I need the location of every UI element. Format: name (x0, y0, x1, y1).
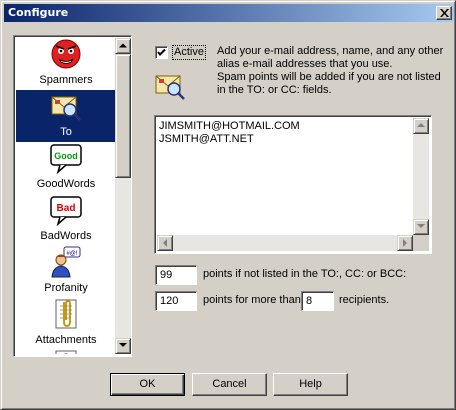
many-recipients-points-label: points for more than (203, 294, 301, 306)
category-item-goodwords[interactable]: Good GoodWords (16, 142, 116, 194)
category-item-spammers[interactable]: Spammers (16, 38, 116, 90)
scroll-left-button[interactable] (157, 235, 173, 251)
not-listed-points-input[interactable]: 99 (155, 265, 197, 285)
scroll-thumb[interactable] (115, 54, 131, 178)
envelope-magnifier-icon (51, 96, 81, 121)
checkmark-icon (157, 48, 166, 56)
category-list-scrollbar[interactable] (115, 38, 131, 354)
close-icon (440, 9, 449, 17)
svg-text:Good: Good (54, 151, 78, 161)
category-label: To (60, 126, 72, 138)
arrow-up-icon (119, 43, 127, 48)
window-title: Configure (8, 6, 69, 19)
scroll-right-button[interactable] (397, 235, 413, 251)
recipient-threshold-input[interactable]: 8 (301, 291, 334, 311)
arrow-left-icon (163, 239, 167, 247)
recipients-label: recipients. (339, 294, 390, 306)
svg-text:#@!: #@! (66, 251, 77, 257)
angry-face-icon (51, 39, 81, 69)
scroll-up-button[interactable] (413, 118, 429, 134)
help-button[interactable]: Help (273, 373, 348, 396)
paperclip-document-icon (55, 299, 77, 329)
arrow-down-icon (119, 343, 127, 347)
close-button[interactable] (436, 6, 452, 20)
scroll-down-button[interactable] (115, 338, 131, 354)
category-item-badwords[interactable]: Bad BadWords (16, 194, 116, 246)
person-speaking-icon: #@! (51, 246, 81, 278)
email-addresses-textarea[interactable]: JIMSMITH@HOTMAIL.COM JSMITH@ATT.NET (154, 115, 432, 254)
ok-button[interactable]: OK (110, 373, 185, 396)
description-line: in the TO: or CC: fields. (217, 84, 332, 96)
scroll-down-button[interactable] (413, 219, 429, 235)
cancel-button[interactable]: Cancel (192, 373, 267, 396)
document-magnifier-icon (55, 350, 77, 354)
emails-vertical-scrollbar[interactable] (413, 118, 429, 235)
not-listed-points-label: points if not listed in the TO:, CC: or … (203, 268, 407, 280)
envelope-magnifier-icon (155, 75, 185, 100)
title-bar[interactable]: Configure (4, 4, 454, 22)
active-label[interactable]: Active (172, 45, 206, 60)
good-speech-bubble-icon: Good (50, 144, 82, 174)
category-item-partial[interactable] (16, 350, 116, 354)
scrollbar-corner (413, 235, 429, 251)
arrow-up-icon (417, 123, 425, 127)
description-line: alias e-mail addresses that you use. (217, 58, 393, 70)
category-label: GoodWords (36, 178, 96, 190)
configure-dialog: Configure Spammers To Good GoodWords Bad… (0, 0, 456, 410)
email-list: JIMSMITH@HOTMAIL.COM JSMITH@ATT.NET (159, 120, 300, 146)
svg-text:Bad: Bad (57, 203, 76, 214)
description-line: Spam points will be added if you are not… (217, 71, 441, 83)
arrow-down-icon (417, 224, 425, 228)
active-checkbox[interactable] (155, 46, 168, 59)
bad-speech-bubble-icon: Bad (50, 196, 82, 226)
category-list[interactable]: Spammers To Good GoodWords Bad BadWords … (13, 35, 132, 357)
email-entry: JIMSMITH@HOTMAIL.COM (159, 120, 300, 132)
category-item-to[interactable]: To (16, 90, 116, 142)
arrow-right-icon (403, 239, 407, 247)
category-item-attachments[interactable]: Attachments (16, 298, 116, 350)
email-entry: JSMITH@ATT.NET (159, 133, 254, 145)
emails-horizontal-scrollbar[interactable] (157, 235, 413, 251)
to-description: Add your e-mail address, name, and any o… (217, 45, 447, 97)
description-line: Add your e-mail address, name, and any o… (217, 45, 444, 57)
category-label: Spammers (39, 74, 93, 86)
category-label: Profanity (44, 282, 88, 294)
many-recipients-points-input[interactable]: 120 (155, 291, 197, 311)
category-item-profanity[interactable]: #@! Profanity (16, 246, 116, 298)
category-list-items: Spammers To Good GoodWords Bad BadWords … (16, 38, 116, 354)
category-label: BadWords (40, 230, 92, 242)
scroll-up-button[interactable] (115, 38, 131, 54)
category-label: Attachments (35, 334, 97, 346)
